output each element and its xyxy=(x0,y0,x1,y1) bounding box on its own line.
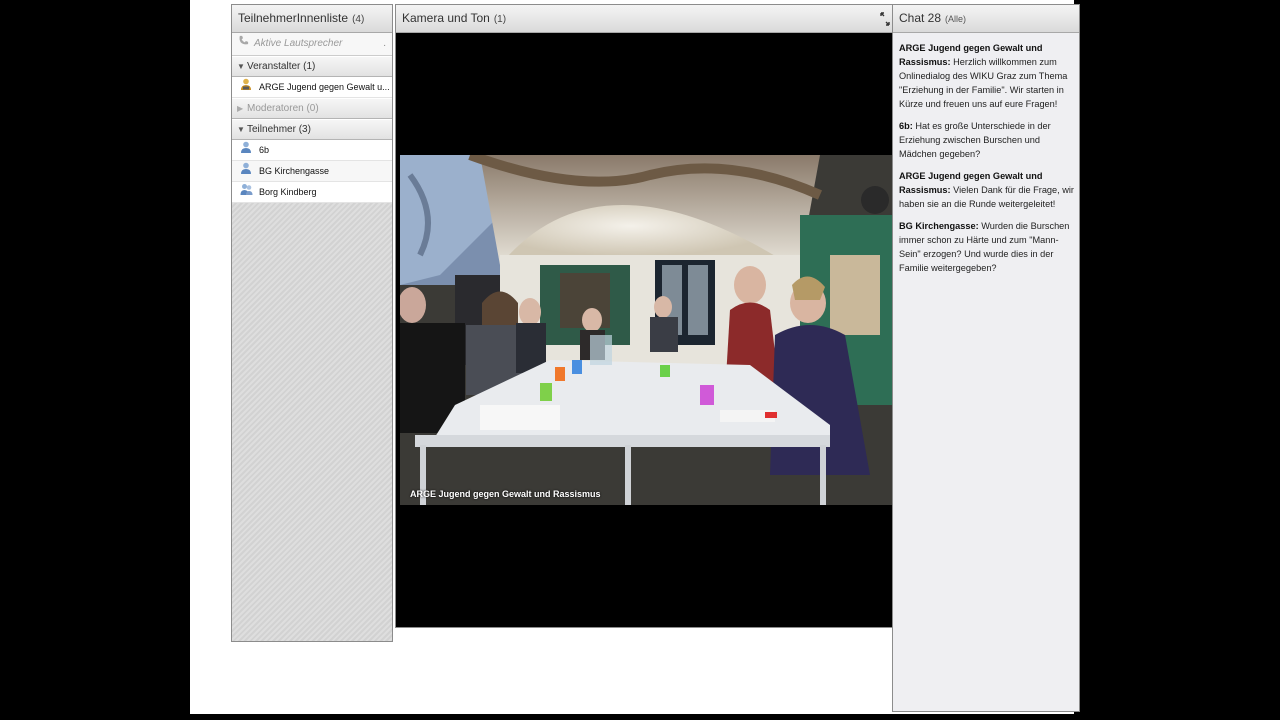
camera-pod-title: Kamera und Ton xyxy=(402,11,490,25)
phone-icon xyxy=(238,33,250,55)
user-icon xyxy=(240,162,253,181)
group-participants[interactable]: ▼ Teilnehmer (3) xyxy=(232,119,392,140)
list-item[interactable]: BG Kirchengasse xyxy=(232,161,392,182)
chat-message: 6b: Hat es große Unterschiede in der Erz… xyxy=(899,119,1074,161)
group-presenters-label: Moderatoren (0) xyxy=(247,103,319,114)
group-hosts-label: Veranstalter (1) xyxy=(247,61,316,72)
participant-name: BG Kirchengasse xyxy=(259,166,330,176)
group-presenters[interactable]: ▶ Moderatoren (0) xyxy=(232,98,392,119)
chat-pod-header: Chat 28 (Alle) xyxy=(893,5,1079,33)
group-hosts[interactable]: ▼ Veranstalter (1) xyxy=(232,56,392,77)
fullscreen-icon[interactable] xyxy=(880,12,892,26)
camera-pod: Kamera und Ton (1) ARGE Jugend gegen Gew… xyxy=(395,4,892,628)
attendee-list-pod: TeilnehmerInnenliste (4) Aktive Lautsprec… xyxy=(231,4,393,642)
user-icon xyxy=(240,141,253,160)
host-user-icon xyxy=(240,78,253,97)
participant-name: 6b xyxy=(259,145,270,155)
list-item[interactable]: 6b xyxy=(232,140,392,161)
chat-sender: BG Kirchengasse: xyxy=(899,221,979,231)
list-item[interactable]: ARGE Jugend gegen Gewalt u... xyxy=(232,77,392,98)
user-group-icon xyxy=(240,183,253,202)
active-speakers-label: Aktive Lautsprecher xyxy=(254,38,343,49)
attendee-list-header: TeilnehmerInnenliste (4) xyxy=(232,5,392,33)
video-frame-image xyxy=(400,155,892,505)
chat-scope[interactable]: (Alle) xyxy=(945,14,966,24)
list-item[interactable]: Borg Kindberg xyxy=(232,182,392,203)
host-name: ARGE Jugend gegen Gewalt u... xyxy=(259,82,390,92)
group-participants-label: Teilnehmer (3) xyxy=(247,124,311,135)
chat-pod: Chat 28 (Alle) ARGE Jugend gegen Gewalt u… xyxy=(892,4,1080,712)
attendee-list-body: Aktive Lautsprecher . ▼ Veranstalter (1) … xyxy=(232,33,392,641)
video-feed: ARGE Jugend gegen Gewalt und Rassismus xyxy=(400,155,892,505)
chat-message: BG Kirchengasse: Wurden die Burschen imm… xyxy=(899,219,1074,275)
chat-sender: 6b: xyxy=(899,121,913,131)
chat-message: ARGE Jugend gegen Gewalt und Rassismus: … xyxy=(899,169,1074,211)
camera-feed-area: ARGE Jugend gegen Gewalt und Rassismus xyxy=(396,33,892,627)
chat-messages: ARGE Jugend gegen Gewalt und Rassismus: … xyxy=(893,33,1079,711)
active-speakers-row: Aktive Lautsprecher . xyxy=(232,33,392,56)
chat-message: ARGE Jugend gegen Gewalt und Rassismus: … xyxy=(899,41,1074,111)
attendee-list-title: TeilnehmerInnenliste xyxy=(238,11,349,25)
attendee-count: (4) xyxy=(352,14,365,25)
menu-icon[interactable]: . xyxy=(383,33,386,55)
video-caption: ARGE Jugend gegen Gewalt und Rassismus xyxy=(410,489,601,499)
collapse-triangle-icon[interactable]: ▶ xyxy=(237,99,247,118)
chat-text: Hat es große Unterschiede in der Erziehu… xyxy=(899,121,1051,159)
expand-triangle-icon[interactable]: ▼ xyxy=(237,120,247,139)
camera-count: (1) xyxy=(493,14,507,25)
participant-name: Borg Kindberg xyxy=(259,187,317,197)
expand-triangle-icon[interactable]: ▼ xyxy=(237,57,247,76)
chat-title: Chat 28 xyxy=(899,11,942,25)
camera-pod-header: Kamera und Ton (1) xyxy=(396,5,892,33)
